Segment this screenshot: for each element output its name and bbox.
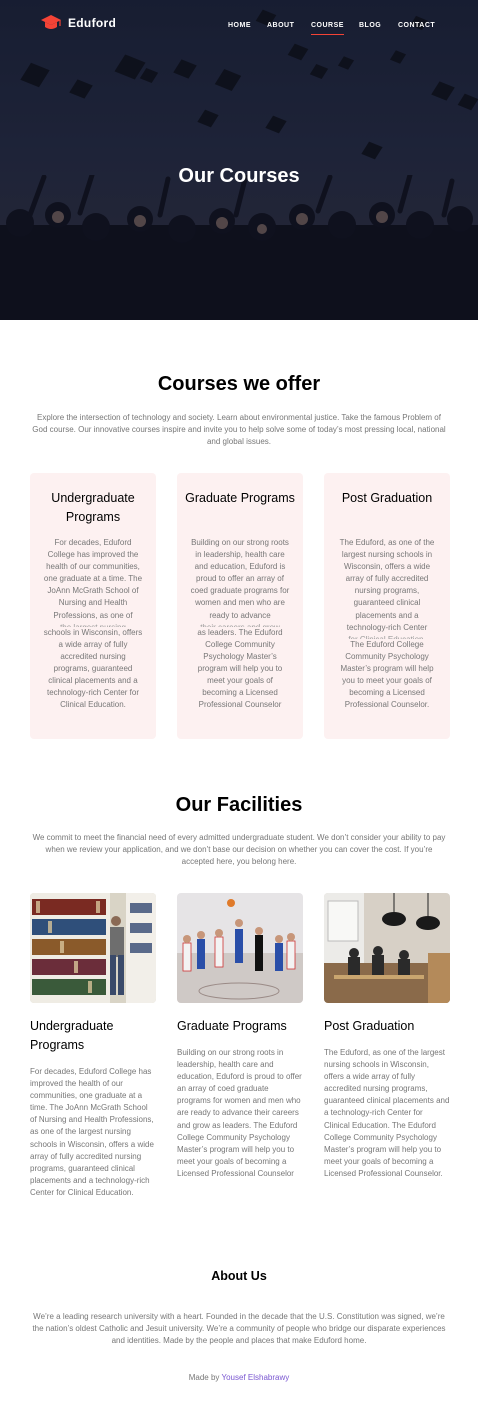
footer-made-by: Made by: [188, 1373, 220, 1382]
nav-home-link[interactable]: HOME: [228, 22, 251, 29]
top-nav: Eduford HOME ABOUT COURSE BLOG CONTACT: [0, 0, 478, 54]
course-card-graduate[interactable]: Graduate Programs Building on our strong…: [177, 473, 303, 739]
course-card-undergraduate[interactable]: Undergraduate Programs For decades, Eduf…: [30, 473, 156, 739]
course-card-text: Building on our strong roots in leadersh…: [189, 537, 291, 711]
course-card-title: Post Graduation: [341, 491, 433, 505]
course-card-text-bottom: as leaders. The Eduford College Communit…: [197, 627, 283, 710]
facilities-heading: Our Facilities: [175, 794, 303, 816]
graduation-cap-icon: [41, 15, 61, 29]
facilities-intro: We commit to meet the financial need of …: [32, 833, 446, 866]
course-card-text-clipped: their careers and grow: [189, 622, 291, 627]
facility-title-undergraduate: Undergraduate Programs: [30, 1019, 114, 1052]
course-card-text-clipped: for Clinical Education.: [336, 634, 438, 639]
nav-blog-link[interactable]: BLOG: [359, 22, 381, 29]
nav-course-link[interactable]: COURSE: [311, 22, 344, 35]
facility-text-post-graduation: The Eduford, as one of the largest nursi…: [324, 1048, 450, 1178]
courses-heading: Courses we offer: [157, 373, 321, 395]
footer-author-link[interactable]: Yousef Elshabrawy: [222, 1373, 290, 1382]
course-card-text-top: For decades, Eduford College has improve…: [43, 538, 143, 620]
courses-intro: Explore the intersection of technology a…: [32, 413, 446, 446]
nav-about-link[interactable]: ABOUT: [267, 22, 294, 29]
facility-text-graduate: Building on our strong roots in leadersh…: [177, 1048, 302, 1178]
facility-title-graduate: Graduate Programs: [177, 1019, 287, 1033]
course-card-text-top: The Eduford, as one of the largest nursi…: [339, 538, 435, 632]
facility-title-post-graduation: Post Graduation: [324, 1019, 415, 1033]
course-card-title: Graduate Programs: [185, 491, 295, 505]
hero-section: Eduford HOME ABOUT COURSE BLOG CONTACT O…: [0, 0, 478, 320]
course-card-text: The Eduford, as one of the largest nursi…: [336, 537, 438, 711]
course-card-text-bottom: The Eduford College Community Psychology…: [340, 639, 434, 710]
basketball-photo: [177, 893, 303, 1003]
cafe-photo: [324, 893, 450, 1003]
page-title: Our Courses: [178, 165, 300, 187]
course-card-text: For decades, Eduford College has improve…: [42, 537, 144, 711]
course-card-text-bottom: schools in Wisconsin, offers a wide arra…: [43, 627, 143, 710]
about-text: We’re a leading research university with…: [32, 1312, 446, 1345]
course-card-post-graduation[interactable]: Post Graduation The Eduford, as one of t…: [324, 473, 450, 739]
footer-credit: Made by Yousef Elshabrawy: [0, 1373, 478, 1382]
about-heading: About Us: [211, 1269, 267, 1283]
facility-text-undergraduate: For decades, Eduford College has improve…: [30, 1067, 154, 1197]
brand-logo[interactable]: Eduford: [40, 14, 116, 32]
nav-contact-link[interactable]: CONTACT: [398, 22, 435, 29]
course-card-title: Undergraduate Programs: [51, 491, 135, 524]
course-card-text-top: Building on our strong roots in leadersh…: [190, 538, 290, 620]
library-photo: [30, 893, 156, 1003]
course-card-text-clipped: the largest nursing: [42, 622, 144, 627]
brand-name: Eduford: [68, 16, 117, 30]
